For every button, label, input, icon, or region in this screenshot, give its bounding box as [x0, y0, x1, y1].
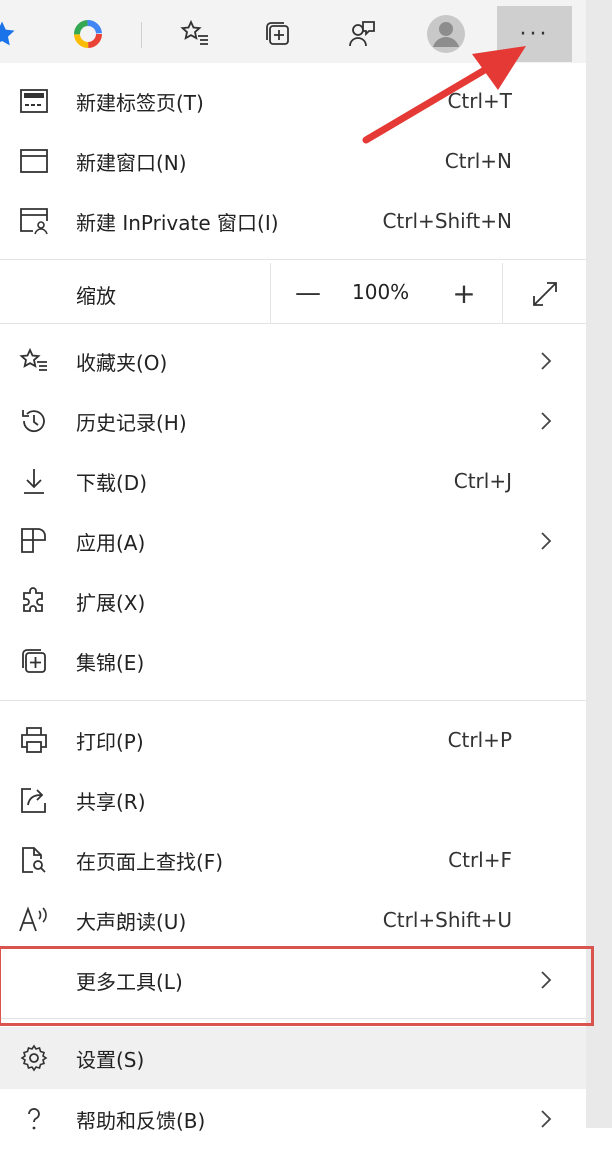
menu-item-share[interactable]: 共享(R) [0, 770, 586, 830]
zoom-value: 100% [352, 280, 410, 304]
inprivate-window-icon [18, 205, 50, 237]
more-tools-label: 更多工具(L) [76, 969, 183, 994]
download-icon [18, 465, 50, 497]
find-label: 在页面上查找(F) [76, 849, 224, 874]
menu-divider [0, 700, 586, 701]
menu-item-new-window[interactable]: 新建窗口(N) Ctrl+N [0, 131, 586, 191]
profile-avatar[interactable] [424, 8, 468, 60]
collections-icon [18, 645, 50, 677]
gear-icon [18, 1042, 50, 1074]
share-label: 共享(R) [76, 789, 146, 814]
printer-icon [18, 724, 50, 756]
menu-divider [0, 323, 586, 324]
favorites-icon [18, 345, 50, 377]
menu-item-new-tab[interactable]: 新建标签页(T) Ctrl+T [0, 71, 586, 131]
new-tab-shortcut: Ctrl+T [447, 89, 512, 113]
new-window-label: 新建窗口(N) [76, 150, 187, 175]
settings-label: 设置(S) [76, 1047, 145, 1072]
collections-label: 集锦(E) [76, 650, 145, 675]
downloads-shortcut: Ctrl+J [453, 469, 512, 493]
colored-ring-icon[interactable] [66, 8, 110, 60]
menu-item-extensions[interactable]: 扩展(X) [0, 571, 586, 631]
zoom-out-button[interactable]: — [292, 271, 324, 315]
help-icon [18, 1103, 50, 1135]
read-aloud-icon [18, 904, 50, 936]
zoom-in-button[interactable]: + [448, 271, 480, 315]
menu-item-more-tools[interactable]: 更多工具(L) [0, 950, 586, 1010]
chevron-right-icon [536, 349, 556, 373]
apps-label: 应用(A) [76, 530, 146, 555]
menu-divider [0, 1018, 586, 1019]
new-inprivate-shortcut: Ctrl+Shift+N [382, 209, 512, 233]
puzzle-icon [18, 585, 50, 617]
chevron-right-icon [536, 529, 556, 553]
more-options-button[interactable]: ··· [497, 6, 572, 62]
share-icon [18, 784, 50, 816]
read-aloud-shortcut: Ctrl+Shift+U [382, 908, 512, 932]
menu-item-favorites[interactable]: 收藏夹(O) [0, 331, 586, 391]
history-label: 历史记录(H) [76, 410, 187, 435]
zoom-label: 缩放 [76, 284, 116, 308]
chevron-right-icon [536, 1107, 556, 1131]
chevron-right-icon [536, 409, 556, 433]
print-label: 打印(P) [76, 729, 144, 754]
find-shortcut: Ctrl+F [448, 848, 512, 872]
browser-toolbar: ··· [0, 0, 612, 63]
fullscreen-icon[interactable] [528, 277, 562, 311]
favorites-icon[interactable] [173, 8, 217, 60]
menu-divider [0, 259, 586, 260]
star-icon[interactable] [0, 8, 24, 60]
chevron-right-icon [536, 968, 556, 992]
zoom-row: 缩放 — 100% + [0, 263, 586, 323]
menu-item-settings[interactable]: 设置(S) [0, 1027, 586, 1089]
menu-item-history[interactable]: 历史记录(H) [0, 391, 586, 451]
print-shortcut: Ctrl+P [447, 728, 512, 752]
menu-item-help[interactable]: 帮助和反馈(B) [0, 1089, 586, 1149]
favorites-label: 收藏夹(O) [76, 350, 168, 375]
menu-item-collections[interactable]: 集锦(E) [0, 631, 586, 691]
menu-item-apps[interactable]: 应用(A) [0, 511, 586, 571]
downloads-label: 下载(D) [76, 470, 148, 495]
settings-menu: 新建标签页(T) Ctrl+T 新建窗口(N) Ctrl+N 新建 InPriv… [0, 63, 586, 1133]
menu-item-read-aloud[interactable]: 大声朗读(U) Ctrl+Shift+U [0, 890, 586, 950]
read-aloud-label: 大声朗读(U) [76, 909, 187, 934]
help-label: 帮助和反馈(B) [76, 1108, 206, 1133]
menu-item-downloads[interactable]: 下载(D) Ctrl+J [0, 451, 586, 511]
new-window-shortcut: Ctrl+N [444, 149, 512, 173]
feedback-icon[interactable] [340, 8, 384, 60]
menu-item-new-inprivate[interactable]: 新建 InPrivate 窗口(I) Ctrl+Shift+N [0, 191, 586, 251]
menu-item-find[interactable]: 在页面上查找(F) Ctrl+F [0, 830, 586, 890]
menu-item-print[interactable]: 打印(P) Ctrl+P [0, 710, 586, 770]
new-inprivate-label: 新建 InPrivate 窗口(I) [76, 210, 279, 235]
new-tab-label: 新建标签页(T) [76, 90, 204, 115]
toolbar-separator [141, 22, 142, 48]
history-icon [18, 405, 50, 437]
extensions-label: 扩展(X) [76, 590, 146, 615]
apps-icon [18, 525, 50, 557]
new-window-icon [18, 145, 50, 177]
collections-icon[interactable] [256, 8, 300, 60]
page-edge-strip [586, 0, 612, 1128]
more-options-label: ··· [519, 21, 550, 47]
new-tab-icon [18, 85, 50, 117]
find-on-page-icon [18, 844, 50, 876]
